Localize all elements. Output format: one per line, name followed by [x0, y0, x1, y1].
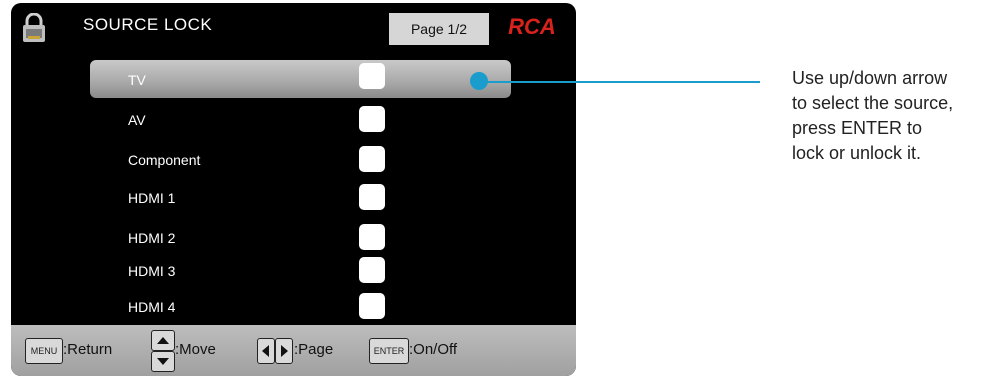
right-arrow-icon — [281, 345, 288, 357]
callout-line — [480, 81, 760, 83]
selection-highlight — [90, 60, 511, 98]
right-arrow-button[interactable] — [275, 338, 293, 364]
lock-checkbox[interactable] — [359, 257, 385, 283]
lock-checkbox[interactable] — [359, 63, 385, 89]
source-label: Component — [128, 152, 201, 168]
lock-checkbox[interactable] — [359, 224, 385, 250]
left-arrow-button[interactable] — [257, 338, 275, 364]
lock-icon — [23, 13, 45, 42]
enter-key-label: ENTER — [373, 346, 405, 356]
left-arrow-icon — [262, 345, 269, 357]
source-row-av[interactable]: AV — [90, 100, 511, 140]
source-row-hdmi1[interactable]: HDMI 1 — [90, 178, 511, 218]
page-indicator: Page 1/2 — [389, 13, 489, 45]
down-arrow-button[interactable] — [151, 351, 175, 372]
callout-dot — [470, 72, 488, 90]
source-row-hdmi4[interactable]: HDMI 4 — [90, 287, 511, 327]
source-label: HDMI 2 — [128, 230, 176, 246]
lock-checkbox[interactable] — [359, 293, 385, 319]
down-arrow-icon — [157, 358, 169, 365]
up-arrow-button[interactable] — [151, 330, 175, 351]
menu-key-button[interactable]: MENU — [25, 338, 63, 364]
source-row-hdmi3[interactable]: HDMI 3 — [90, 251, 511, 291]
svg-text:RCA: RCA — [508, 14, 556, 39]
menu-key-label: MENU — [30, 346, 58, 356]
menu-title: SOURCE LOCK — [83, 15, 213, 34]
return-hint: :Return — [63, 341, 113, 358]
callout-text: Use up/down arrow to select the source, … — [792, 68, 954, 163]
lock-checkbox[interactable] — [359, 146, 385, 172]
source-row-component[interactable]: Component — [90, 140, 511, 180]
onoff-hint: :On/Off — [409, 341, 458, 358]
source-label: HDMI 4 — [128, 299, 176, 315]
page-hint: :Page — [294, 341, 334, 358]
move-hint: :Move — [175, 341, 216, 358]
enter-key-button[interactable]: ENTER — [369, 338, 409, 364]
rca-logo: RCA — [508, 14, 556, 39]
source-row-tv[interactable]: TV — [90, 60, 511, 100]
source-label: HDMI 1 — [128, 190, 176, 206]
source-label: TV — [128, 72, 146, 88]
source-label: AV — [128, 112, 146, 128]
lock-checkbox[interactable] — [359, 106, 385, 132]
source-label: HDMI 3 — [128, 263, 176, 279]
up-arrow-icon — [157, 337, 169, 344]
tv-menu-screen: SOURCE LOCK Page 1/2 RCA TV AV Component… — [11, 3, 576, 376]
lock-checkbox[interactable] — [359, 184, 385, 210]
footer-hint-bar: MENU :Return :Move :Page ENTER:On/Off — [11, 325, 576, 376]
